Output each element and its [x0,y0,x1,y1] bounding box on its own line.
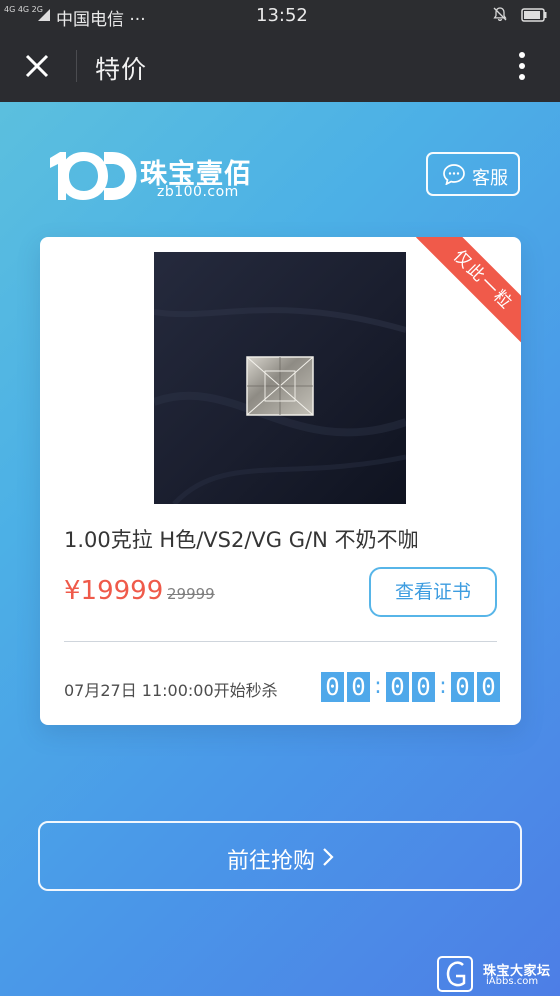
limited-ribbon: 仅此一粒 [416,237,521,347]
brand-domain: zb100.com [157,184,239,200]
go-buy-button[interactable]: 前往抢购 [38,821,522,891]
chat-bubble-icon [443,164,465,185]
notification-muted-icon [493,7,507,22]
countdown-timer: 0 0 : 0 0 : 0 0 [321,671,503,703]
countdown-separator: : [439,674,447,699]
more-options-icon[interactable] [510,48,534,84]
battery-icon [521,8,547,22]
customer-service-label: 客服 [472,168,508,189]
carrier-text: 中国电信 ··· [56,10,146,30]
countdown-digit: 0 [477,672,500,702]
title-divider [76,50,77,82]
signal-icon [38,9,50,21]
original-price: 29999 [167,585,215,603]
current-price: ¥19999 [64,576,164,606]
forum-watermark: 珠宝大家坛 iAbbs.com [437,956,559,992]
countdown-digit: 0 [451,672,474,702]
title-bar: 特价 [0,30,560,102]
go-buy-label: 前往抢购 [227,849,316,874]
customer-service-button[interactable]: 客服 [426,152,520,196]
forum-logo-icon [437,956,473,992]
product-card: 仅此一粒 1.00克拉 H色/VS2/VG G/N 不奶不咖 ¥19999 29… [40,237,521,725]
status-bar: 4G 4G 2G 中国电信 ··· 13:52 [0,0,560,30]
sale-start-time: 07月27日 11:00:00开始秒杀 [64,681,278,700]
countdown-digit: 0 [321,672,344,702]
card-divider [64,641,497,642]
countdown-separator: : [374,674,382,699]
chevron-right-icon [323,848,334,866]
page-title: 特价 [95,55,148,84]
watermark-subtitle: iAbbs.com [486,976,539,987]
view-certificate-button[interactable]: 查看证书 [369,567,497,617]
product-image[interactable] [154,252,406,504]
close-icon[interactable] [18,50,56,82]
countdown-digit: 0 [386,672,409,702]
diamond-image [154,252,406,504]
countdown-digit: 0 [412,672,435,702]
product-title: 1.00克拉 H色/VS2/VG G/N 不奶不咖 [64,528,419,552]
status-time: 13:52 [256,5,308,26]
countdown-digit: 0 [347,672,370,702]
